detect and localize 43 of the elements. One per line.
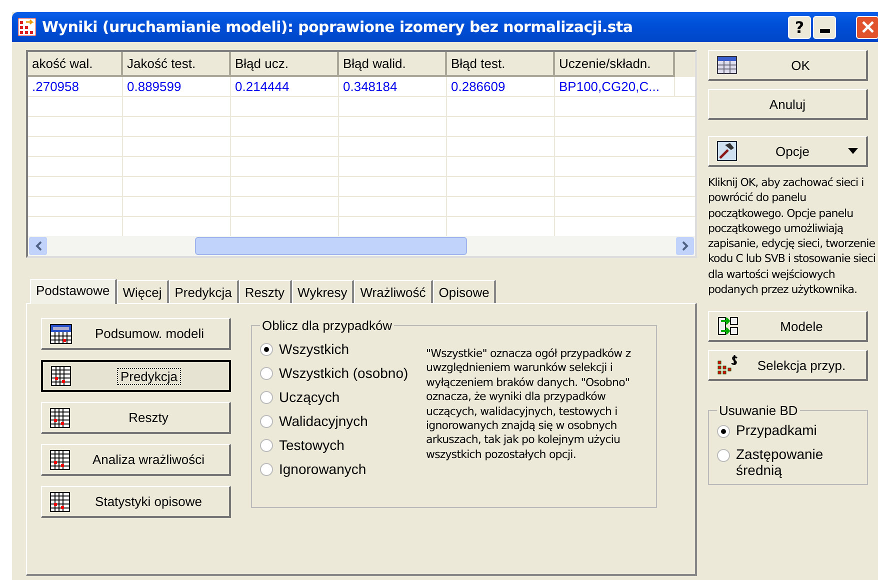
- models-button[interactable]: Modele: [708, 311, 868, 342]
- action-button[interactable]: Reszty: [41, 402, 231, 434]
- group-title: Usuwanie BD: [718, 403, 799, 418]
- tab[interactable]: Więcej: [116, 280, 169, 303]
- tab[interactable]: Wykresy: [292, 280, 354, 303]
- radio-option[interactable]: Przypadkami: [717, 422, 859, 438]
- radio-option[interactable]: Uczących: [260, 389, 422, 405]
- table-cell: 0.214444: [231, 77, 339, 97]
- tab[interactable]: Wrażliwość: [354, 280, 433, 303]
- tab[interactable]: Opisowe: [432, 280, 496, 303]
- tab[interactable]: Predykcja: [168, 280, 239, 303]
- radio-option[interactable]: Testowych: [260, 437, 422, 453]
- description-text: "Wszystkie" oznacza ogół przypadków z uwzględnieniem warunków selekcji i wyłączeniem braków danych. "Osobno" oznacza, że wyniki dla przypadków uczących, walidacyjnych, testowych i ignorowanych znajdą się w osobnych arkuszach, tak jak po kolejnym użyciu wszystkich pozostałych opcji.: [426, 347, 632, 463]
- action-button[interactable]: Podsumow. modeli: [41, 318, 231, 350]
- table-cell: .270958: [28, 77, 123, 97]
- cancel-button[interactable]: Anuluj: [708, 89, 868, 120]
- window-title: Wyniki (uruchamianie modeli): poprawione izomery bez normalizacji.sta: [42, 18, 634, 36]
- radio-option[interactable]: Zastępowanie średnią: [717, 446, 859, 478]
- radio-option[interactable]: Wszystkich: [260, 341, 422, 357]
- table-cell: BP100,CG20,C...: [555, 77, 675, 97]
- tab[interactable]: Podstawowe: [30, 279, 117, 304]
- group-title: Oblicz dla przypadków: [261, 318, 394, 333]
- table-cell: 0.348184: [339, 77, 447, 97]
- help-text: Kliknij OK, aby zachować sieci i powrócić do panelu początkowego. Opcje panelu początkowego umożliwiają zapisanie, edycję sieci, tworzenie kodu C lub SVB i stosowanie sieci dla wartości wejściowych podanych przez użytkownika.: [708, 175, 876, 298]
- table-cell: 0.889599: [123, 77, 231, 97]
- options-button[interactable]: Opcje: [708, 136, 868, 167]
- column-header[interactable]: Uczenie/składn.: [555, 52, 675, 77]
- action-button[interactable]: Analiza wrażliwości: [41, 444, 231, 476]
- column-header[interactable]: akość wal.: [28, 52, 123, 77]
- table-cell: 0.286609: [447, 77, 555, 97]
- ok-button[interactable]: OK: [708, 50, 868, 81]
- action-button[interactable]: Predykcja: [41, 360, 231, 392]
- column-header[interactable]: Jakość test.: [123, 52, 231, 77]
- case-selection-button[interactable]: Selekcja przyp.: [708, 350, 868, 382]
- column-header[interactable]: Błąd walid.: [339, 52, 447, 77]
- radio-option[interactable]: Ignorowanych: [260, 461, 422, 477]
- radio-option[interactable]: Wszystkich (osobno): [260, 365, 422, 381]
- column-header[interactable]: Błąd test.: [447, 52, 555, 77]
- action-button[interactable]: Statystyki opisowe: [41, 486, 231, 518]
- column-header[interactable]: Błąd ucz.: [231, 52, 339, 77]
- radio-option[interactable]: Walidacyjnych: [260, 413, 422, 429]
- help-button[interactable]: ?: [788, 16, 811, 38]
- tab[interactable]: Reszty: [238, 280, 292, 303]
